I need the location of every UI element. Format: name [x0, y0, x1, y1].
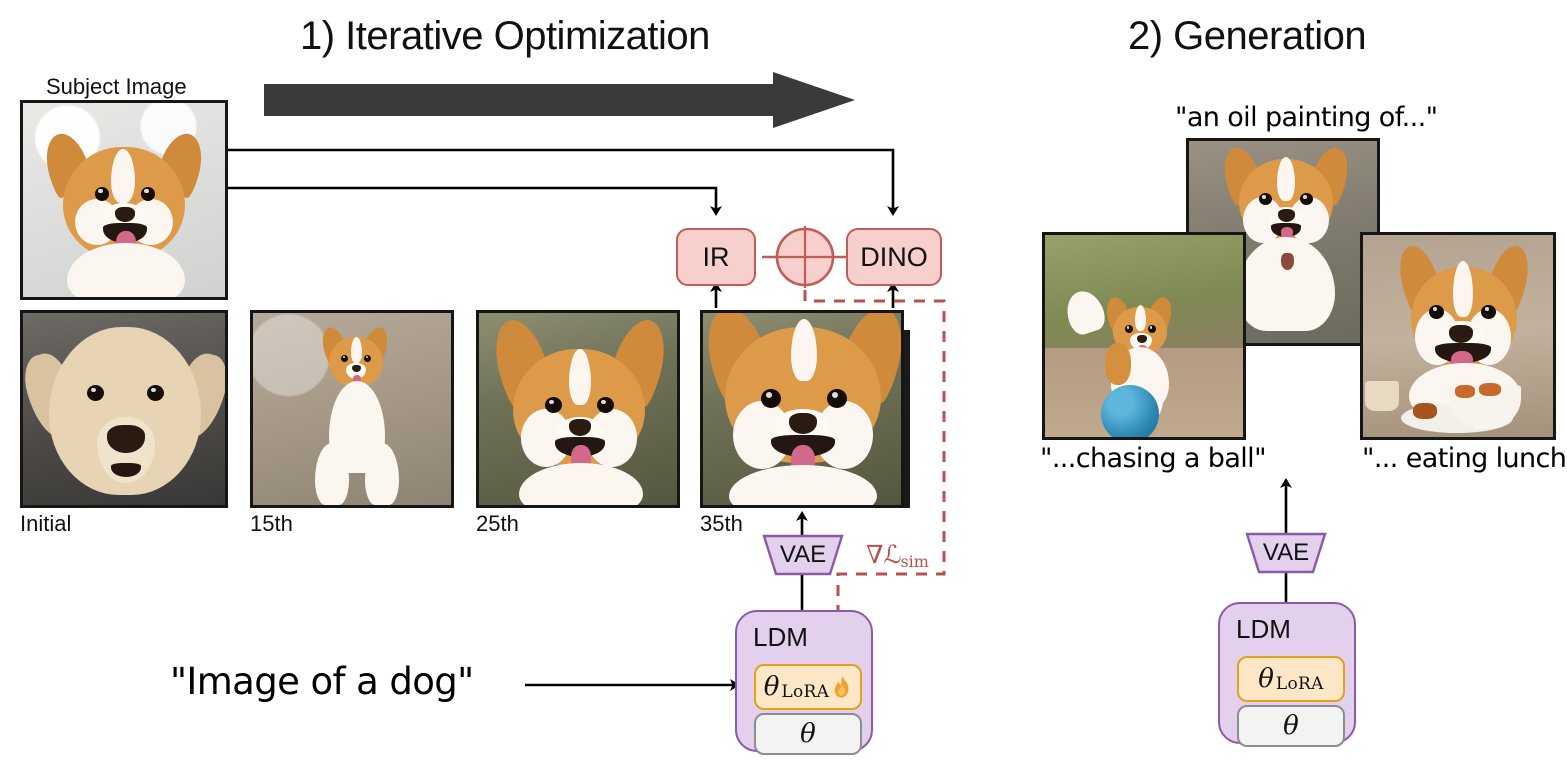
ldm-block-optimization[interactable]: LDM θ LoRA θ	[735, 610, 873, 755]
section-title-generation: 2) Generation	[1128, 14, 1367, 58]
iteration-image-initial	[20, 310, 228, 508]
iteration-image-35th	[700, 310, 904, 508]
ldm-label: LDM	[753, 622, 808, 652]
generated-image-eating-lunch	[1360, 232, 1556, 440]
text-prompt-optimization: "Image of a dog"	[170, 660, 474, 703]
theta-symbol: θ	[800, 719, 816, 749]
lora-theta-symbol-generation: θ	[1258, 664, 1274, 694]
vae-block-optimization[interactable]: VAE	[760, 534, 846, 576]
circle-plus-icon	[774, 226, 836, 288]
vae-block-generation[interactable]: VAE	[1243, 532, 1329, 574]
generation-caption-top: "an oil painting of..."	[1175, 102, 1438, 133]
base-parameters-box[interactable]: θ	[754, 713, 862, 755]
encoder-box-ir[interactable]: IR	[676, 228, 756, 286]
theta-symbol-generation: θ	[1283, 711, 1299, 741]
section-title-iterative-optimization: 1) Iterative Optimization	[300, 14, 710, 58]
lora-parameters-box[interactable]: θ LoRA	[754, 664, 862, 710]
iteration-label-0: Initial	[20, 511, 72, 536]
iteration-label-1: 15th	[250, 511, 293, 536]
vae-label-generation: VAE	[1262, 539, 1310, 566]
lora-theta-symbol: θ	[763, 672, 780, 702]
lora-parameters-box-generation[interactable]: θ LoRA	[1237, 656, 1345, 702]
subject-image-label: Subject Image	[46, 74, 187, 99]
iteration-direction-arrow	[264, 72, 855, 128]
base-parameters-box-generation[interactable]: θ	[1237, 705, 1345, 747]
dino-label: DINO	[860, 241, 928, 272]
gradient-subscript: sim	[900, 552, 929, 571]
subject-image	[20, 100, 228, 300]
diagram-canvas: 1) Iterative Optimization 2) Generation …	[0, 0, 1567, 767]
gradient-loss-label: ∇ℒsim	[866, 540, 930, 571]
ldm-label-generation: LDM	[1236, 614, 1291, 644]
ir-label: IR	[702, 241, 730, 272]
lora-subscript: LoRA	[781, 682, 830, 702]
iteration-image-15th	[250, 310, 454, 508]
lora-subscript-generation: LoRA	[1275, 674, 1324, 694]
ldm-block-generation[interactable]: LDM θ LoRA θ	[1218, 602, 1356, 747]
iteration-label-2: 25th	[476, 511, 519, 536]
generation-caption-right: "... eating lunch"	[1362, 443, 1567, 474]
generated-image-chasing-ball	[1042, 232, 1246, 440]
flame-icon	[832, 675, 852, 699]
subject-to-dino-line	[228, 148, 899, 216]
generation-caption-left: "...chasing a ball"	[1040, 443, 1267, 474]
iteration-image-25th	[476, 310, 680, 508]
subject-to-ir-line	[228, 186, 722, 216]
gradient-symbol: ∇ℒ	[866, 540, 902, 569]
iteration-label-3: 35th	[700, 511, 743, 536]
vae-label: VAE	[779, 541, 827, 568]
encoder-box-dino[interactable]: DINO	[846, 228, 942, 286]
